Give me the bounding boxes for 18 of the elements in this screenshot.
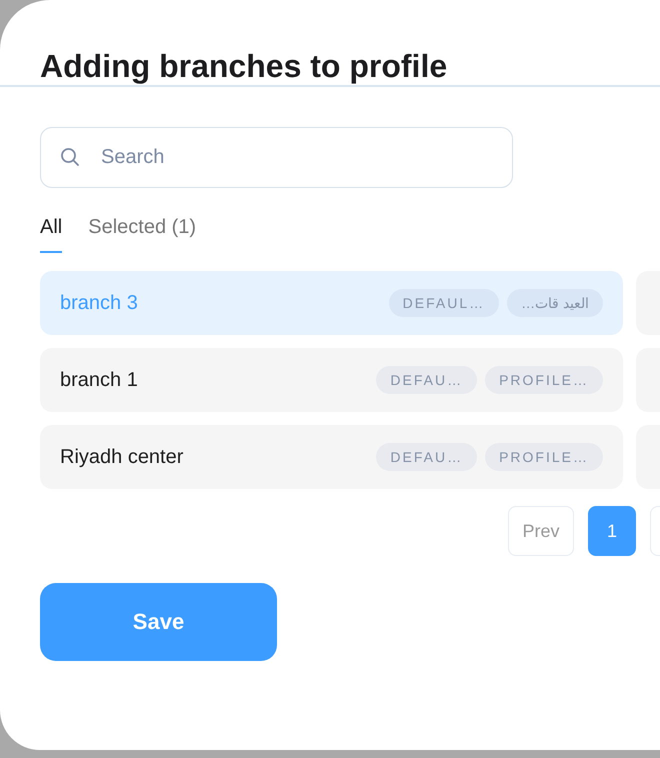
tag: PROFILE… [485, 366, 603, 394]
page-button[interactable]: 1 [588, 506, 636, 556]
tag: العيد قات… [507, 289, 603, 317]
branch-card[interactable]: branch 1 DEFAU… PROFILE… [40, 348, 623, 412]
tag: PROFILE… [485, 443, 603, 471]
tag: DEFAU… [376, 443, 478, 471]
branch-name: branch 3 [60, 292, 138, 314]
branch-name: Riyadh center [60, 446, 184, 468]
tab[interactable]: Selected (1) [88, 212, 196, 253]
branch-name: branch 1 [60, 368, 138, 392]
tag: DEFAU… [376, 366, 478, 394]
save-button[interactable]: Save [40, 583, 277, 661]
branch-card[interactable]: Riyadh center DEFAU… PROFILE… [40, 425, 623, 489]
search-field[interactable]: Search [40, 127, 513, 188]
modal-title: Adding branches to profile [0, 0, 660, 87]
tag: DEFAUL… [388, 289, 500, 317]
tab[interactable]: All [40, 212, 62, 253]
prev-button[interactable]: Prev [508, 506, 574, 556]
